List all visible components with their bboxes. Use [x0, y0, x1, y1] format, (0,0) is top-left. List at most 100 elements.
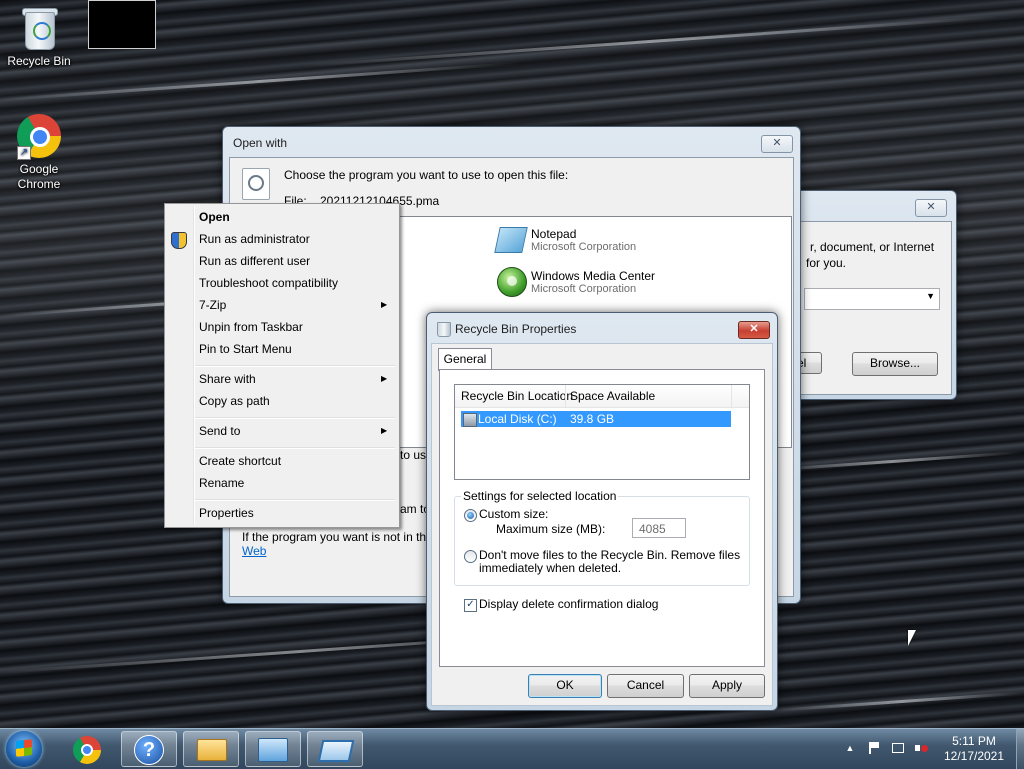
- desktop-icon-google-chrome[interactable]: ↗ Google Chrome: [1, 114, 77, 192]
- program-company: Microsoft Corporation: [531, 283, 637, 295]
- program-company: Microsoft Corporation: [531, 241, 637, 253]
- system-clock[interactable]: 5:11 PM 12/17/2021: [936, 734, 1012, 764]
- ok-button[interactable]: OK: [528, 674, 602, 698]
- menu-separator: [195, 417, 395, 419]
- max-size-field[interactable]: 4085: [632, 518, 686, 538]
- taskbar-item-remote-desktop[interactable]: [307, 731, 363, 767]
- wallpaper-streak: [0, 61, 520, 102]
- desktop-icon-label: Google Chrome: [17, 162, 61, 191]
- menu-item-troubleshoot-compatibility[interactable]: Troubleshoot compatibility: [199, 276, 338, 290]
- file-search-icon: [242, 168, 270, 200]
- dont-move-radio[interactable]: [464, 550, 477, 563]
- taskbar-item-chrome[interactable]: [60, 731, 116, 767]
- dont-move-label: immediately when deleted.: [479, 561, 622, 575]
- display-confirm-label[interactable]: Display delete confirmation dialog: [479, 597, 658, 611]
- row-location: Local Disk (C:): [478, 412, 557, 426]
- menu-item-unpin-from-taskbar[interactable]: Unpin from Taskbar: [199, 320, 303, 334]
- web-link[interactable]: Web: [242, 544, 266, 558]
- apply-button[interactable]: Apply: [689, 674, 765, 698]
- folder-icon: [197, 739, 227, 761]
- cancel-button[interactable]: Cancel: [607, 674, 684, 698]
- menu-item-run-as-administrator[interactable]: Run as administrator: [199, 232, 310, 246]
- mouse-cursor: [908, 630, 916, 646]
- dont-move-label[interactable]: Don't move files to the Recycle Bin. Rem…: [479, 548, 740, 562]
- menu-separator: [195, 365, 395, 367]
- menu-item-rename[interactable]: Rename: [199, 476, 244, 490]
- custom-size-radio[interactable]: [464, 509, 477, 522]
- clock-date: 12/17/2021: [943, 749, 1005, 763]
- menu-item-send-to[interactable]: Send to: [199, 424, 240, 438]
- recycle-bin-icon: [437, 322, 451, 337]
- menu-item-run-as-different-user[interactable]: Run as different user: [199, 254, 310, 268]
- open-with-prompt: Choose the program you want to use to op…: [284, 168, 569, 182]
- hard-disk-icon: [463, 413, 477, 427]
- column-header-location[interactable]: Recycle Bin Location: [461, 389, 573, 403]
- menu-item-create-shortcut[interactable]: Create shortcut: [199, 454, 281, 468]
- menu-item-properties[interactable]: Properties: [199, 506, 254, 520]
- close-icon[interactable]: ✕: [738, 321, 770, 339]
- window-title: Recycle Bin Properties: [455, 322, 577, 336]
- black-window-thumbnail: [88, 0, 156, 49]
- column-divider: [565, 385, 566, 407]
- program-name: Windows Media Center: [531, 269, 656, 283]
- desktop-icon-label: Recycle Bin: [7, 54, 71, 68]
- submenu-arrow-icon: ▶: [381, 426, 388, 435]
- display-confirm-checkbox[interactable]: ✓: [464, 599, 477, 612]
- wallpaper-streak: [300, 15, 1000, 68]
- browse-button[interactable]: Browse...: [852, 352, 938, 376]
- desktop-icon-recycle-bin[interactable]: Recycle Bin: [1, 6, 77, 69]
- custom-size-label[interactable]: Custom size:: [479, 507, 548, 521]
- volume-muted-icon[interactable]: [914, 741, 928, 755]
- table-row[interactable]: Local Disk (C:) 39.8 GB: [461, 411, 731, 427]
- show-hidden-icons-button[interactable]: ▲: [843, 741, 857, 755]
- taskbar: ? ▲ 5:11 PM 12/17/2021: [0, 728, 1024, 769]
- show-desktop-button[interactable]: [1016, 729, 1024, 769]
- remote-desktop-icon: [317, 740, 355, 762]
- chevron-down-icon: ▼: [926, 291, 935, 301]
- tab-general[interactable]: General: [438, 348, 492, 371]
- run-combobox[interactable]: ▼: [804, 288, 940, 310]
- chrome-icon: [73, 736, 101, 764]
- general-tab-panel: Recycle Bin Location Space Available Loc…: [439, 369, 765, 667]
- chrome-icon: ↗: [17, 114, 61, 160]
- shortcut-arrow-icon: ↗: [17, 146, 31, 160]
- context-menu: Open Run as administrator Run as differe…: [164, 203, 400, 528]
- menu-separator: [195, 499, 395, 501]
- start-button[interactable]: [6, 731, 42, 767]
- submenu-arrow-icon: ▶: [381, 300, 388, 309]
- program-item-notepad[interactable]: Notepad Microsoft Corporation: [494, 225, 757, 259]
- menu-item-copy-as-path[interactable]: Copy as path: [199, 394, 270, 408]
- shield-icon: [171, 232, 187, 249]
- recycle-bin-icon: [21, 6, 58, 50]
- action-center-flag-icon[interactable]: [866, 741, 880, 755]
- menu-item-share-with[interactable]: Share with: [199, 372, 256, 386]
- clock-time: 5:11 PM: [952, 734, 996, 748]
- row-space: 39.8 GB: [570, 412, 615, 426]
- program-name: Notepad: [531, 227, 577, 241]
- run-description: for you.: [806, 256, 847, 270]
- max-size-label: Maximum size (MB):: [496, 522, 606, 536]
- taskbar-item-control-panel[interactable]: [245, 731, 301, 767]
- submenu-arrow-icon: ▶: [381, 374, 388, 383]
- not-in-list-text: If the program you want is not in the li: [242, 530, 442, 544]
- windows-logo-icon: [16, 739, 32, 757]
- control-panel-icon: [258, 738, 288, 762]
- run-description: r, document, or Internet: [810, 240, 935, 254]
- notepad-icon: [494, 227, 528, 253]
- column-header-space[interactable]: Space Available: [570, 389, 655, 403]
- menu-item-open[interactable]: Open: [199, 210, 230, 224]
- group-title: Settings for selected location: [461, 489, 619, 503]
- menu-item-7zip[interactable]: 7-Zip: [199, 298, 226, 312]
- taskbar-item-help[interactable]: ?: [121, 731, 177, 767]
- menu-item-pin-to-start-menu[interactable]: Pin to Start Menu: [199, 342, 292, 356]
- close-icon[interactable]: ✕: [761, 135, 793, 153]
- column-divider: [731, 385, 732, 407]
- program-item-media-center[interactable]: Windows Media Center Microsoft Corporati…: [497, 267, 757, 301]
- taskbar-item-file-explorer[interactable]: [183, 731, 239, 767]
- run-dialog-body: r, document, or Internet for you. ▼ cel …: [774, 221, 952, 395]
- network-icon[interactable]: [890, 741, 904, 755]
- close-icon[interactable]: ✕: [915, 199, 947, 217]
- always-use-checkbox-label[interactable]: to us: [400, 448, 426, 462]
- list-header: Recycle Bin Location Space Available: [455, 385, 749, 408]
- location-list[interactable]: Recycle Bin Location Space Available Loc…: [454, 384, 750, 480]
